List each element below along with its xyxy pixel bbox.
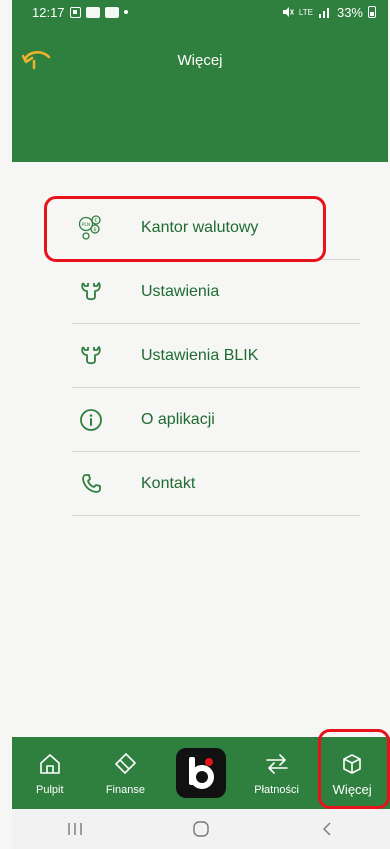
battery-icon [368,6,376,18]
gallery-notification-icon [69,6,81,18]
app-notification-icon [85,6,100,18]
network-type: LTE [298,7,313,17]
phone-icon [76,469,106,499]
svg-text:$: $ [93,227,96,233]
nav-item-finance[interactable]: Finanse [88,737,164,809]
system-back-button[interactable] [307,814,347,844]
menu-item-label: Kontakt [141,474,196,492]
nav-item-more[interactable]: Więcej [314,737,390,809]
nav-item-payments[interactable]: Płatności [239,737,315,809]
blik-icon [175,748,226,798]
menu-item-about[interactable]: O aplikacji [72,388,360,452]
battery-percent: 33% [336,4,363,20]
system-navigation-bar [12,809,390,849]
currency-exchange-icon: PLN € $ [76,213,106,243]
top-bar: Więcej [12,40,388,80]
status-right: LTE 33% [282,5,376,20]
more-menu: PLN € $ Kantor walutowy Ustawienia Ustaw… [72,196,360,516]
cube-icon [340,750,364,778]
mute-icon [282,7,294,17]
nav-label: Więcej [332,782,372,797]
home-icon [38,750,62,778]
recent-apps-button[interactable] [55,814,95,844]
nav-item-dashboard[interactable]: Pulpit [12,737,88,809]
wrench-icon [76,341,106,371]
nav-item-blik[interactable] [163,737,239,809]
nav-label: Pulpit [36,784,64,796]
info-icon [76,405,106,435]
menu-item-label: Ustawienia [141,282,220,300]
menu-item-label: O aplikacji [141,410,215,428]
page-title: Więcej [177,52,223,69]
status-bar: 12:17 LTE 33% [12,0,388,24]
transfer-icon [264,750,290,778]
signal-icon [318,8,329,18]
recent-apps-icon [68,823,82,835]
menu-item-label: Kantor walutowy [141,218,259,236]
status-time: 12:17 [32,4,65,20]
menu-item-currency-exchange[interactable]: PLN € $ Kantor walutowy [72,196,360,260]
app-notification-icon [104,6,119,18]
nav-label: Finanse [105,784,145,796]
home-button[interactable] [181,814,221,844]
svg-text:PLN: PLN [82,222,91,228]
wrench-icon [76,277,106,307]
bottom-navigation: Pulpit Finanse Płatności Więcej [12,737,390,809]
menu-item-label: Ustawienia BLIK [141,346,259,364]
nav-label: Płatności [254,784,299,796]
more-notifications-dot-icon [123,10,128,14]
app-header: 12:17 LTE 33% Więcej [12,0,388,162]
status-left: 12:17 [32,5,128,20]
card-icon [112,750,138,778]
menu-item-contact[interactable]: Kontakt [72,452,360,516]
menu-item-settings[interactable]: Ustawienia [72,260,360,324]
home-circle-icon [193,821,209,837]
phone-screen: 12:17 LTE 33% Więcej PLN € $ Kantor walu… [0,0,390,849]
chevron-left-icon [323,822,331,836]
menu-item-blik-settings[interactable]: Ustawienia BLIK [72,324,360,388]
svg-text:€: € [94,218,97,224]
